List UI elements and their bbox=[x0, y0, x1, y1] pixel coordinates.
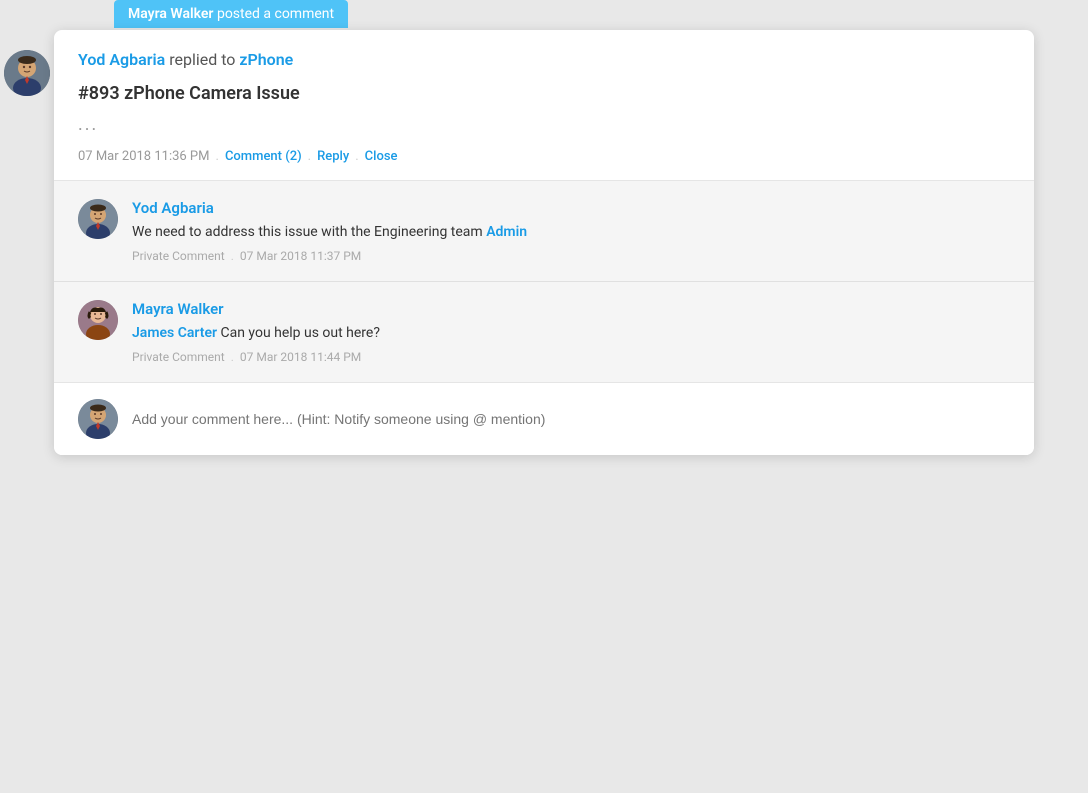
comment-mention-2[interactable]: James Carter bbox=[132, 325, 217, 341]
comment-meta-2: Private Comment . 07 Mar 2018 11:44 PM bbox=[132, 350, 1010, 364]
ticket-title: #893 zPhone Camera Issue bbox=[78, 83, 1010, 104]
comment-count-link[interactable]: Comment (2) bbox=[225, 149, 302, 164]
dot-2: . bbox=[308, 149, 311, 164]
input-avatar bbox=[78, 399, 118, 439]
replied-to: zPhone bbox=[239, 50, 293, 69]
close-button[interactable]: Close bbox=[365, 149, 398, 164]
comment-body: Yod Agbaria We need to address this issu… bbox=[132, 199, 1010, 263]
notification-banner: Mayra Walker posted a comment bbox=[114, 0, 348, 28]
header-timestamp: 07 Mar 2018 11:36 PM bbox=[78, 149, 210, 164]
card-header: Yod Agbaria replied to zPhone #893 zPhon… bbox=[54, 30, 1034, 181]
comment-timestamp: 07 Mar 2018 11:37 PM bbox=[240, 249, 361, 263]
replier-name: Yod Agbaria bbox=[78, 50, 165, 69]
comment-item: Mayra Walker James Carter Can you help u… bbox=[54, 282, 1034, 382]
comment-label: Private Comment bbox=[132, 249, 225, 263]
mayra-avatar bbox=[78, 300, 118, 340]
comment-text-2: James Carter Can you help us out here? bbox=[132, 323, 1010, 344]
comment-meta: Private Comment . 07 Mar 2018 11:37 PM bbox=[132, 249, 1010, 263]
comment-input-area bbox=[54, 382, 1034, 455]
dot-1: . bbox=[216, 149, 219, 164]
comment-author-2: Mayra Walker bbox=[132, 300, 1010, 318]
comment-text-before: We need to address this issue with the E… bbox=[132, 224, 486, 240]
main-avatar-col bbox=[4, 50, 50, 96]
comment-item: Yod Agbaria We need to address this issu… bbox=[54, 181, 1034, 282]
notification-author: Mayra Walker bbox=[128, 6, 213, 22]
comment-text-after-2: Can you help us out here? bbox=[217, 325, 380, 341]
dot-3: . bbox=[355, 149, 358, 164]
comment-mention[interactable]: Admin bbox=[486, 224, 527, 240]
meta-dot: . bbox=[231, 249, 234, 263]
comments-area: Yod Agbaria We need to address this issu… bbox=[54, 181, 1034, 382]
comment-timestamp-2: 07 Mar 2018 11:44 PM bbox=[240, 350, 361, 364]
comment-input-field[interactable] bbox=[132, 411, 1010, 427]
yod-avatar bbox=[78, 199, 118, 239]
main-card: Yod Agbaria replied to zPhone #893 zPhon… bbox=[54, 30, 1034, 455]
comment-text: We need to address this issue with the E… bbox=[132, 222, 1010, 243]
main-avatar bbox=[4, 50, 50, 96]
comment-author: Yod Agbaria bbox=[132, 199, 1010, 217]
comment-label-2: Private Comment bbox=[132, 350, 225, 364]
content-ellipsis: ... bbox=[78, 114, 1010, 135]
notification-text: posted a comment bbox=[217, 6, 334, 22]
comment-body-2: Mayra Walker James Carter Can you help u… bbox=[132, 300, 1010, 364]
meta-line: 07 Mar 2018 11:36 PM . Comment (2) . Rep… bbox=[78, 149, 1010, 164]
reply-button[interactable]: Reply bbox=[317, 149, 349, 164]
meta-dot-2: . bbox=[231, 350, 234, 364]
replied-label: replied to bbox=[169, 50, 235, 69]
replied-line: Yod Agbaria replied to zPhone bbox=[78, 50, 1010, 69]
